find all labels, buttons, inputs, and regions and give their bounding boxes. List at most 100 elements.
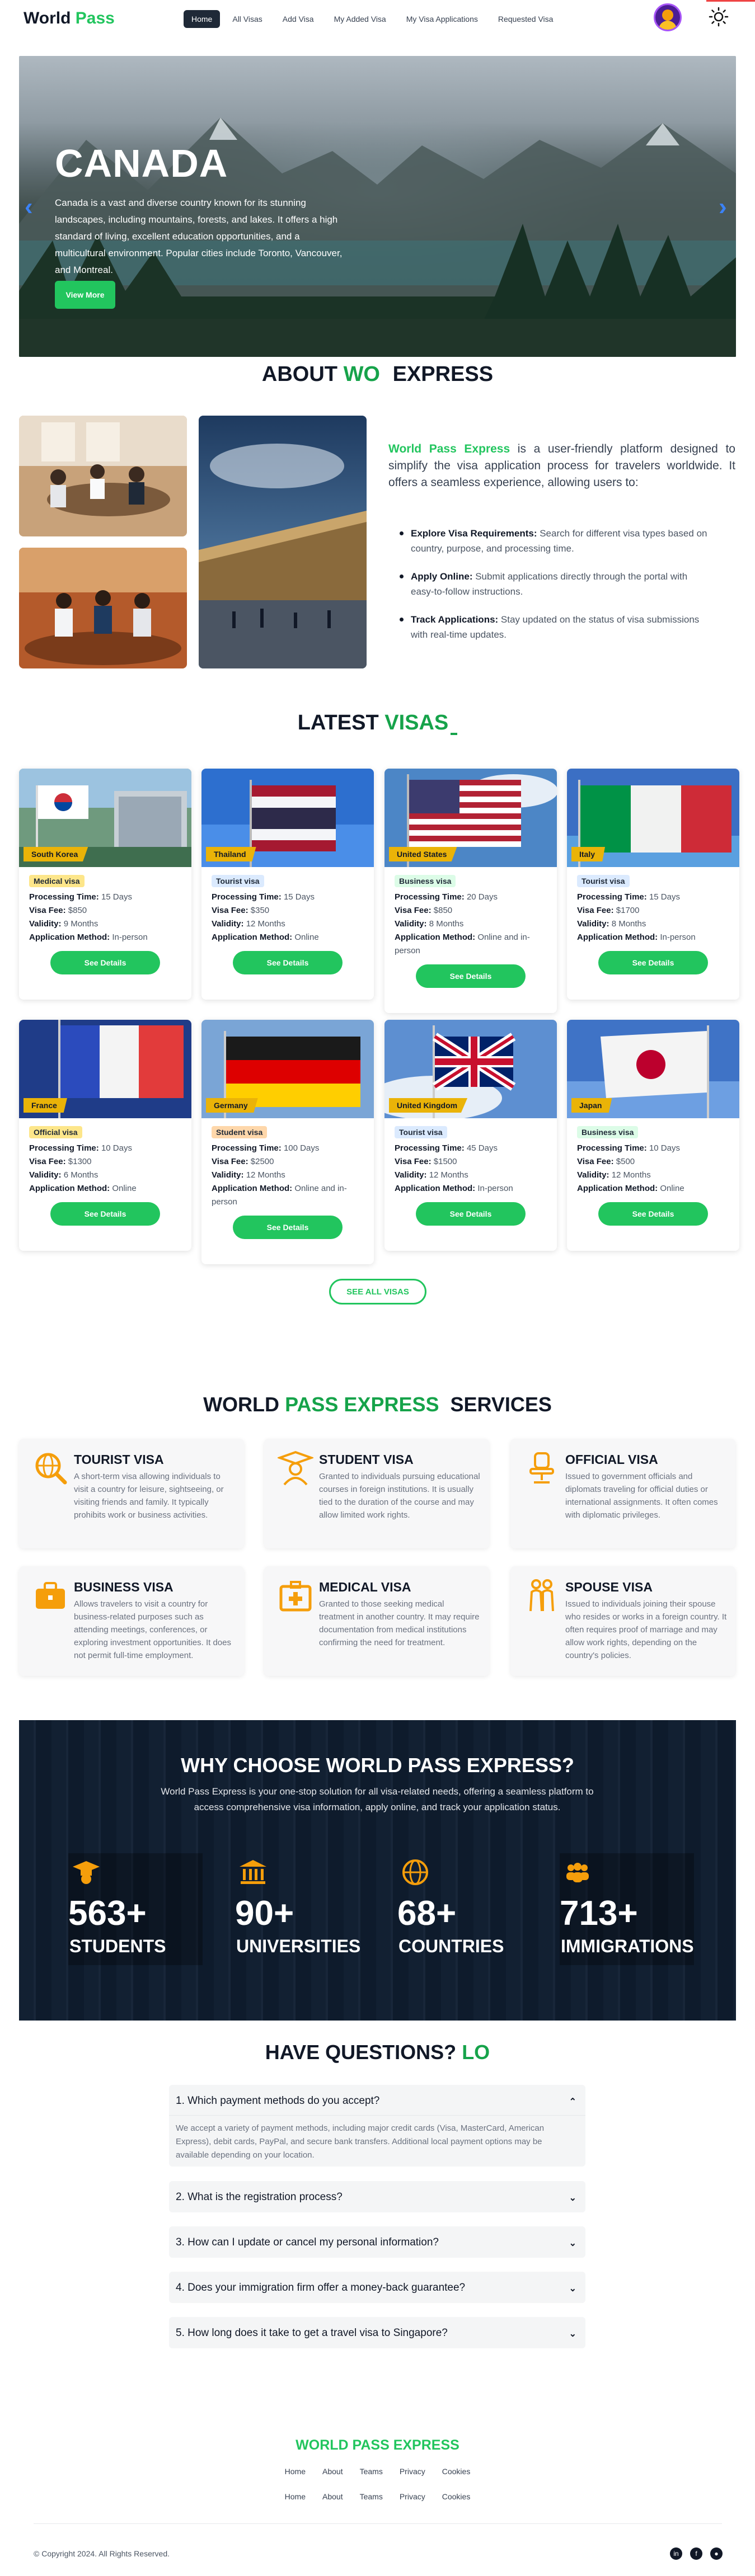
faq-item[interactable]: 5. How long does it take to get a travel… xyxy=(169,2317,585,2348)
faq-question[interactable]: 2. What is the registration process? xyxy=(176,2191,343,2203)
couple-icon xyxy=(529,1579,554,1612)
copyright: © Copyright 2024. All Rights Reserved. xyxy=(34,2549,170,2558)
why-choose-section: WHY CHOOSE WORLD PASS EXPRESS? World Pas… xyxy=(19,1720,736,2021)
user-avatar[interactable] xyxy=(654,3,682,31)
footer-link-privacy[interactable]: Privacy xyxy=(400,2492,425,2501)
faq-item[interactable]: 2. What is the registration process? ⌄ xyxy=(169,2181,585,2212)
chevron-right-icon[interactable]: › xyxy=(719,193,727,221)
view-more-button[interactable]: View More xyxy=(55,281,115,309)
see-details-button[interactable]: See Details xyxy=(598,1202,708,1226)
see-details-button[interactable]: See Details xyxy=(233,1216,343,1239)
application-method: Application Method: Online xyxy=(577,1184,684,1193)
visa-card: France Official visa Processing Time: 10… xyxy=(19,1020,191,1251)
see-details-button[interactable]: See Details xyxy=(233,951,343,974)
about-heading: ABOUT WO EXPRESS xyxy=(261,362,494,386)
visa-card: Italy Tourist visa Processing Time: 15 D… xyxy=(567,769,739,1000)
building-image xyxy=(199,416,367,668)
service-title: STUDENT VISA xyxy=(319,1452,414,1467)
navbar: World Pass Home All Visas Add Visa My Ad… xyxy=(0,0,755,38)
country-label: Germany xyxy=(206,1098,258,1113)
visa-type-badge: Business visa xyxy=(577,1126,639,1138)
chevron-down-icon[interactable]: ⌄ xyxy=(569,2192,576,2203)
university-icon xyxy=(240,1860,266,1884)
chevron-down-icon[interactable]: ⌄ xyxy=(569,2328,576,2339)
faq-item[interactable]: 4. Does your immigration firm offer a mo… xyxy=(169,2272,585,2303)
nav-add-visa[interactable]: Add Visa xyxy=(275,10,322,28)
application-method: Application Method: In-person xyxy=(29,933,148,942)
validity: Validity: 12 Months xyxy=(395,1170,468,1180)
office-chair-icon xyxy=(529,1452,554,1484)
country-label: United Kingdom xyxy=(389,1098,468,1113)
sun-icon[interactable] xyxy=(709,7,729,27)
footer-link-teams[interactable]: Teams xyxy=(360,2467,383,2476)
visa-card: Thailand Tourist visa Processing Time: 1… xyxy=(201,769,374,1000)
about-point: Apply Online: Submit applications direct… xyxy=(400,569,713,599)
faq-question[interactable]: 5. How long does it take to get a travel… xyxy=(176,2327,448,2339)
facebook-icon[interactable]: f xyxy=(690,2547,702,2560)
footer-link-home[interactable]: Home xyxy=(285,2467,306,2476)
see-details-button[interactable]: See Details xyxy=(50,951,160,974)
visa-type-badge: Student visa xyxy=(212,1126,268,1138)
nav-home[interactable]: Home xyxy=(184,10,221,28)
faq-item[interactable]: 3. How can I update or cancel my persona… xyxy=(169,2226,585,2258)
processing-time: Processing Time: 10 Days xyxy=(577,1143,680,1153)
country-flag-image: France xyxy=(19,1020,191,1118)
chevron-up-icon[interactable]: ⌃ xyxy=(569,2096,576,2107)
github-icon[interactable]: ● xyxy=(710,2547,723,2560)
processing-time: Processing Time: 15 Days xyxy=(212,892,315,902)
visa-fee: Visa Fee: $1300 xyxy=(29,1157,92,1166)
chevron-down-icon[interactable]: ⌄ xyxy=(569,2238,576,2249)
briefcase-icon xyxy=(36,1582,65,1609)
nav-my-visa-applications[interactable]: My Visa Applications xyxy=(398,10,486,28)
service-title: MEDICAL VISA xyxy=(319,1580,411,1594)
chevron-down-icon[interactable]: ⌄ xyxy=(569,2283,576,2294)
team-discussion-image xyxy=(19,548,187,668)
nav-requested-visa[interactable]: Requested Visa xyxy=(490,10,561,28)
services-heading: WORLD PASS EXPRESS SERVICES xyxy=(203,1393,552,1416)
footer-link-home[interactable]: Home xyxy=(285,2492,306,2501)
brand-logo[interactable]: World Pass xyxy=(24,9,115,28)
faq-question[interactable]: 3. How can I update or cancel my persona… xyxy=(176,2236,439,2249)
hero-description: Canada is a vast and diverse country kno… xyxy=(55,197,343,275)
country-label: Italy xyxy=(571,847,606,861)
see-all-visas-button[interactable]: SEE ALL VISAS xyxy=(329,1279,426,1305)
processing-time: Processing Time: 20 Days xyxy=(395,892,498,902)
footer-link-privacy[interactable]: Privacy xyxy=(400,2467,425,2476)
processing-time: Processing Time: 15 Days xyxy=(29,892,132,902)
faq-question[interactable]: 4. Does your immigration firm offer a mo… xyxy=(176,2282,465,2294)
faq-item-open[interactable]: 1. Which payment methods do you accept? … xyxy=(169,2085,585,2167)
footer-links-row1: Home About Teams Privacy Cookies xyxy=(0,2467,755,2476)
footer-link-about[interactable]: About xyxy=(322,2492,343,2501)
footer-link-cookies[interactable]: Cookies xyxy=(442,2492,471,2501)
see-details-button[interactable]: See Details xyxy=(50,1202,160,1226)
see-details-button[interactable]: See Details xyxy=(416,1202,526,1226)
footer-link-about[interactable]: About xyxy=(322,2467,343,2476)
about-brand-name[interactable]: World Pass Express xyxy=(388,442,510,455)
validity: Validity: 9 Months xyxy=(29,919,99,929)
medical-kit-icon xyxy=(279,1581,312,1612)
faq-answer: We accept a variety of payment methods, … xyxy=(176,2123,545,2160)
service-description: Granted to those seeking medical treatme… xyxy=(319,1599,480,1647)
nav-all-visas[interactable]: All Visas xyxy=(224,10,270,28)
linkedin-icon[interactable]: in xyxy=(670,2547,682,2560)
service-title: BUSINESS VISA xyxy=(74,1580,173,1594)
footer-divider xyxy=(34,2523,722,2524)
processing-time: Processing Time: 45 Days xyxy=(395,1143,498,1153)
graduate-cap-icon xyxy=(73,1861,100,1884)
nav-my-added-visa[interactable]: My Added Visa xyxy=(326,10,394,28)
validity: Validity: 8 Months xyxy=(395,919,464,929)
application-method: Application Method: In-person xyxy=(395,1184,513,1193)
validity: Validity: 6 Months xyxy=(29,1170,99,1180)
service-description: Issued to government officials and diplo… xyxy=(565,1472,718,1520)
see-details-button[interactable]: See Details xyxy=(598,951,708,974)
visa-card: United Kingdom Tourist visa Processing T… xyxy=(384,1020,557,1251)
footer-link-cookies[interactable]: Cookies xyxy=(442,2467,471,2476)
see-details-button[interactable]: See Details xyxy=(416,964,526,988)
office-meeting-image xyxy=(19,416,187,536)
country-flag-image: United Kingdom xyxy=(384,1020,557,1118)
faq-question[interactable]: 1. Which payment methods do you accept? xyxy=(176,2095,379,2107)
visa-type-badge: Tourist visa xyxy=(212,875,264,887)
chevron-left-icon[interactable]: ‹ xyxy=(25,193,33,221)
footer-link-teams[interactable]: Teams xyxy=(360,2492,383,2501)
stat-immigrations: 713+ IMMIGRATIONS xyxy=(560,1853,694,1965)
